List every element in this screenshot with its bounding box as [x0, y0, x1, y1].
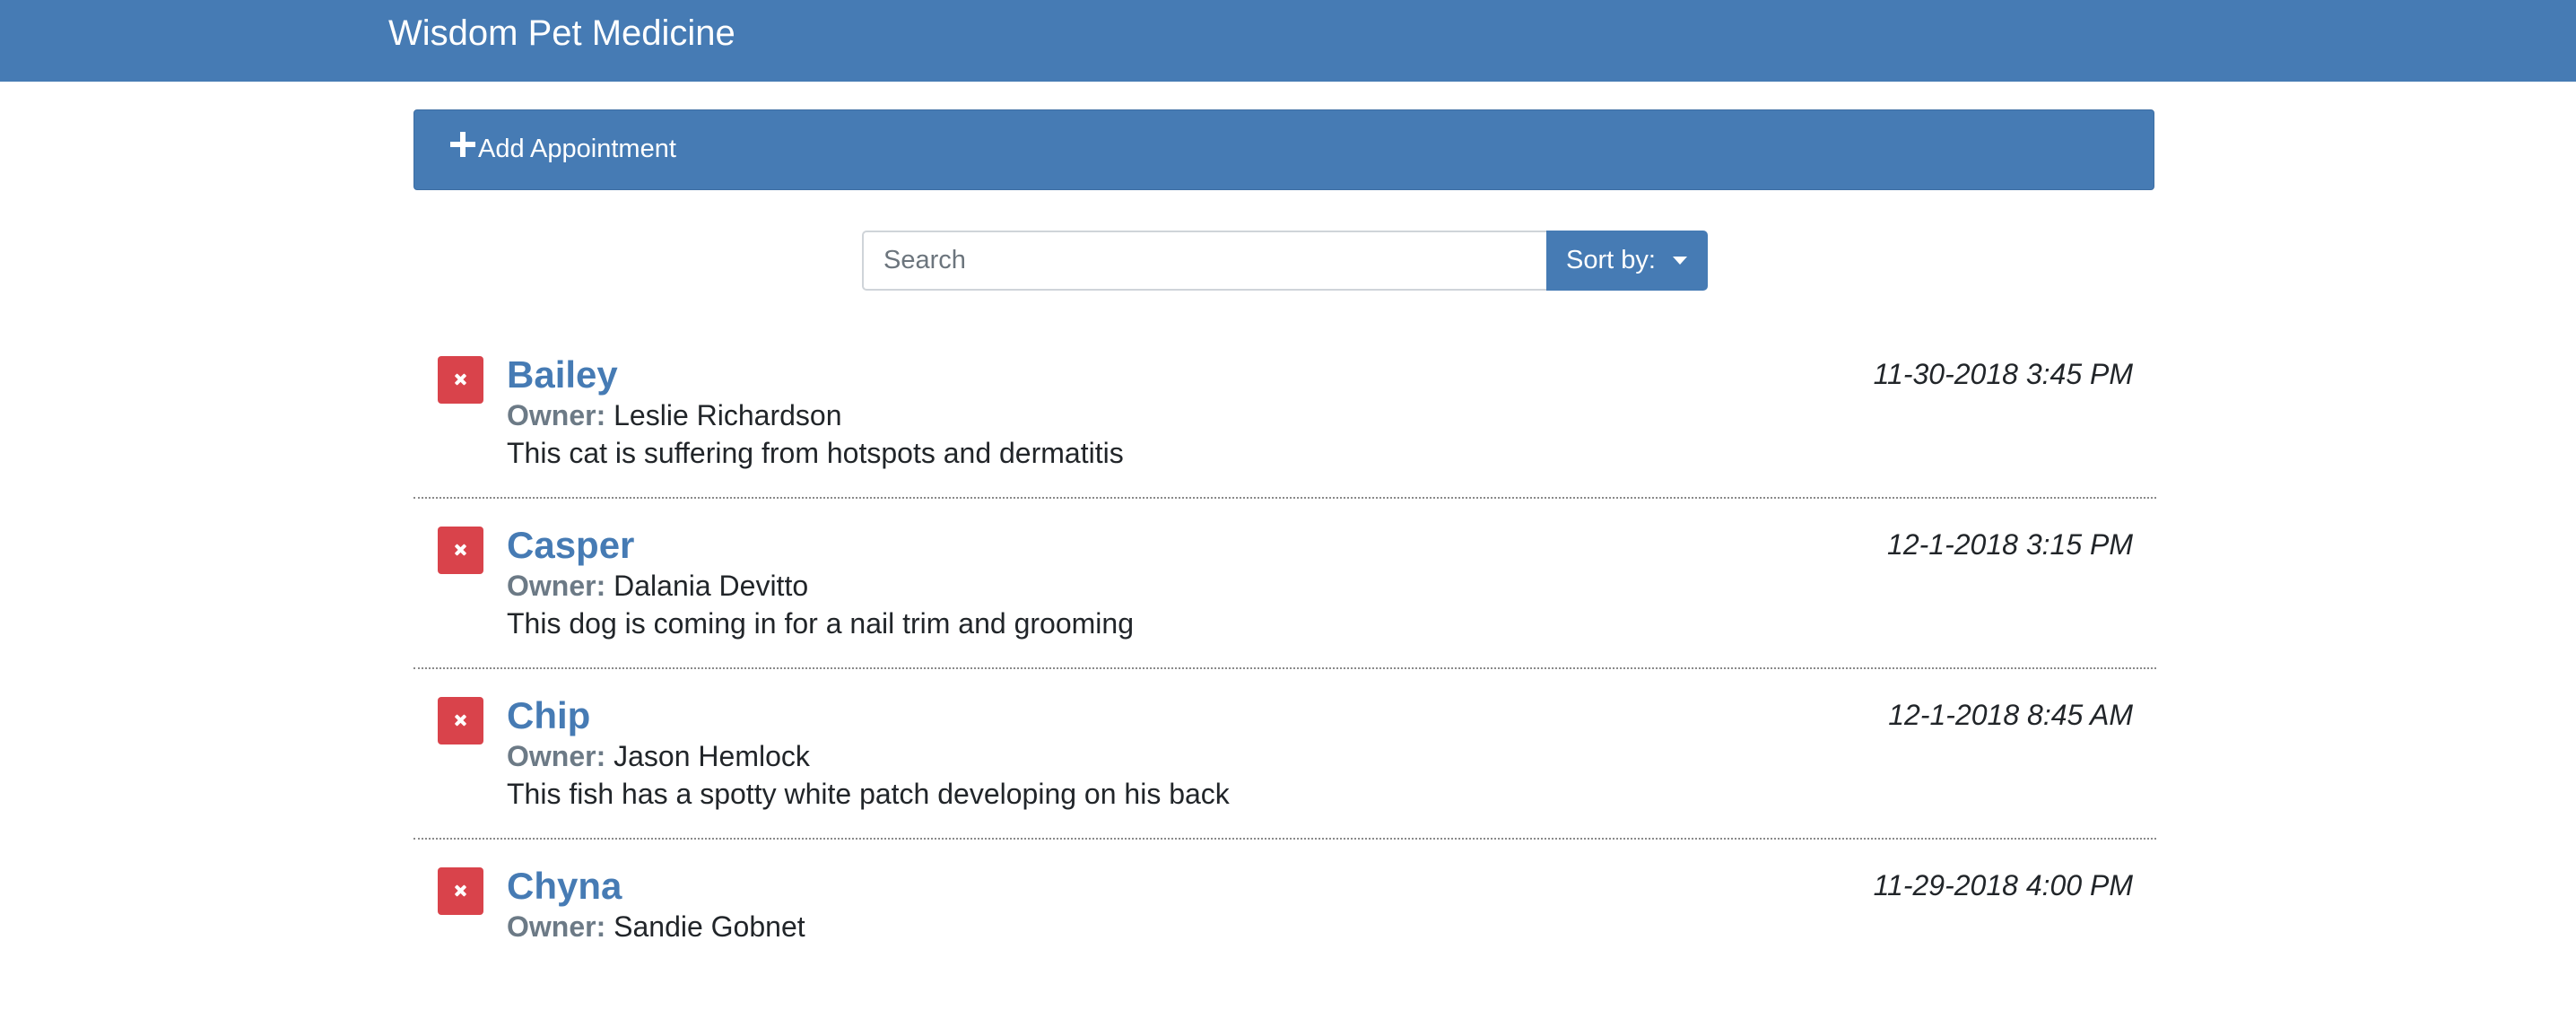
pet-name[interactable]: Chyna: [507, 863, 622, 910]
owner-label: Owner:: [507, 570, 606, 602]
close-icon: [438, 867, 483, 915]
close-icon: [438, 697, 483, 744]
owner-name[interactable]: Jason Hemlock: [614, 740, 810, 772]
appointment-list: Bailey Owner: Leslie Richardson This cat…: [413, 328, 2156, 1010]
delete-appointment-button[interactable]: [438, 697, 483, 744]
appointment-notes[interactable]: This dog is coming in for a nail trim an…: [507, 605, 1134, 642]
appointment-notes[interactable]: This fish has a spotty white patch devel…: [507, 775, 1230, 813]
appointment-item: Chyna Owner: Sandie Gobnet 11-29-2018 4:…: [413, 840, 2156, 1010]
sort-by-dropdown-button[interactable]: Sort by:: [1546, 231, 1708, 291]
owner-line: Owner: Dalania Devitto: [507, 567, 808, 605]
search-input[interactable]: [862, 231, 1547, 291]
appointment-notes[interactable]: This cat is suffering from hotspots and …: [507, 434, 1124, 472]
pet-name[interactable]: Chip: [507, 692, 590, 739]
owner-name[interactable]: Sandie Gobnet: [614, 910, 805, 943]
appointment-item: Chip Owner: Jason Hemlock This fish has …: [413, 669, 2156, 840]
add-appointment-label: Add Appointment: [478, 135, 676, 163]
delete-appointment-button[interactable]: [438, 867, 483, 915]
brand-title[interactable]: Wisdom Pet Medicine: [388, 11, 735, 56]
close-icon: [438, 356, 483, 404]
owner-label: Owner:: [507, 740, 606, 772]
owner-line: Owner: Sandie Gobnet: [507, 908, 805, 945]
caret-down-icon: [1673, 257, 1687, 265]
appointment-date: 11-29-2018 4:00 PM: [1873, 869, 2133, 901]
owner-label: Owner:: [507, 910, 606, 943]
plus-icon: [450, 132, 475, 157]
delete-appointment-button[interactable]: [438, 527, 483, 574]
top-navbar: Wisdom Pet Medicine: [0, 0, 2576, 82]
appointment-date: 12-1-2018 3:15 PM: [1887, 528, 2133, 561]
close-icon: [438, 527, 483, 574]
sort-by-label: Sort by:: [1566, 246, 1656, 274]
owner-line: Owner: Jason Hemlock: [507, 737, 810, 775]
owner-line: Owner: Leslie Richardson: [507, 396, 841, 434]
appointment-date: 11-30-2018 3:45 PM: [1873, 358, 2133, 390]
owner-name[interactable]: Leslie Richardson: [614, 399, 841, 431]
delete-appointment-button[interactable]: [438, 356, 483, 404]
appointment-item: Bailey Owner: Leslie Richardson This cat…: [413, 328, 2156, 499]
add-appointment-button[interactable]: Add Appointment: [413, 109, 2154, 190]
appointment-item: Casper Owner: Dalania Devitto This dog i…: [413, 499, 2156, 669]
pet-name[interactable]: Casper: [507, 522, 634, 569]
appointment-date: 12-1-2018 8:45 AM: [1888, 699, 2133, 731]
owner-name[interactable]: Dalania Devitto: [614, 570, 808, 602]
owner-label: Owner:: [507, 399, 606, 431]
pet-name[interactable]: Bailey: [507, 352, 618, 398]
